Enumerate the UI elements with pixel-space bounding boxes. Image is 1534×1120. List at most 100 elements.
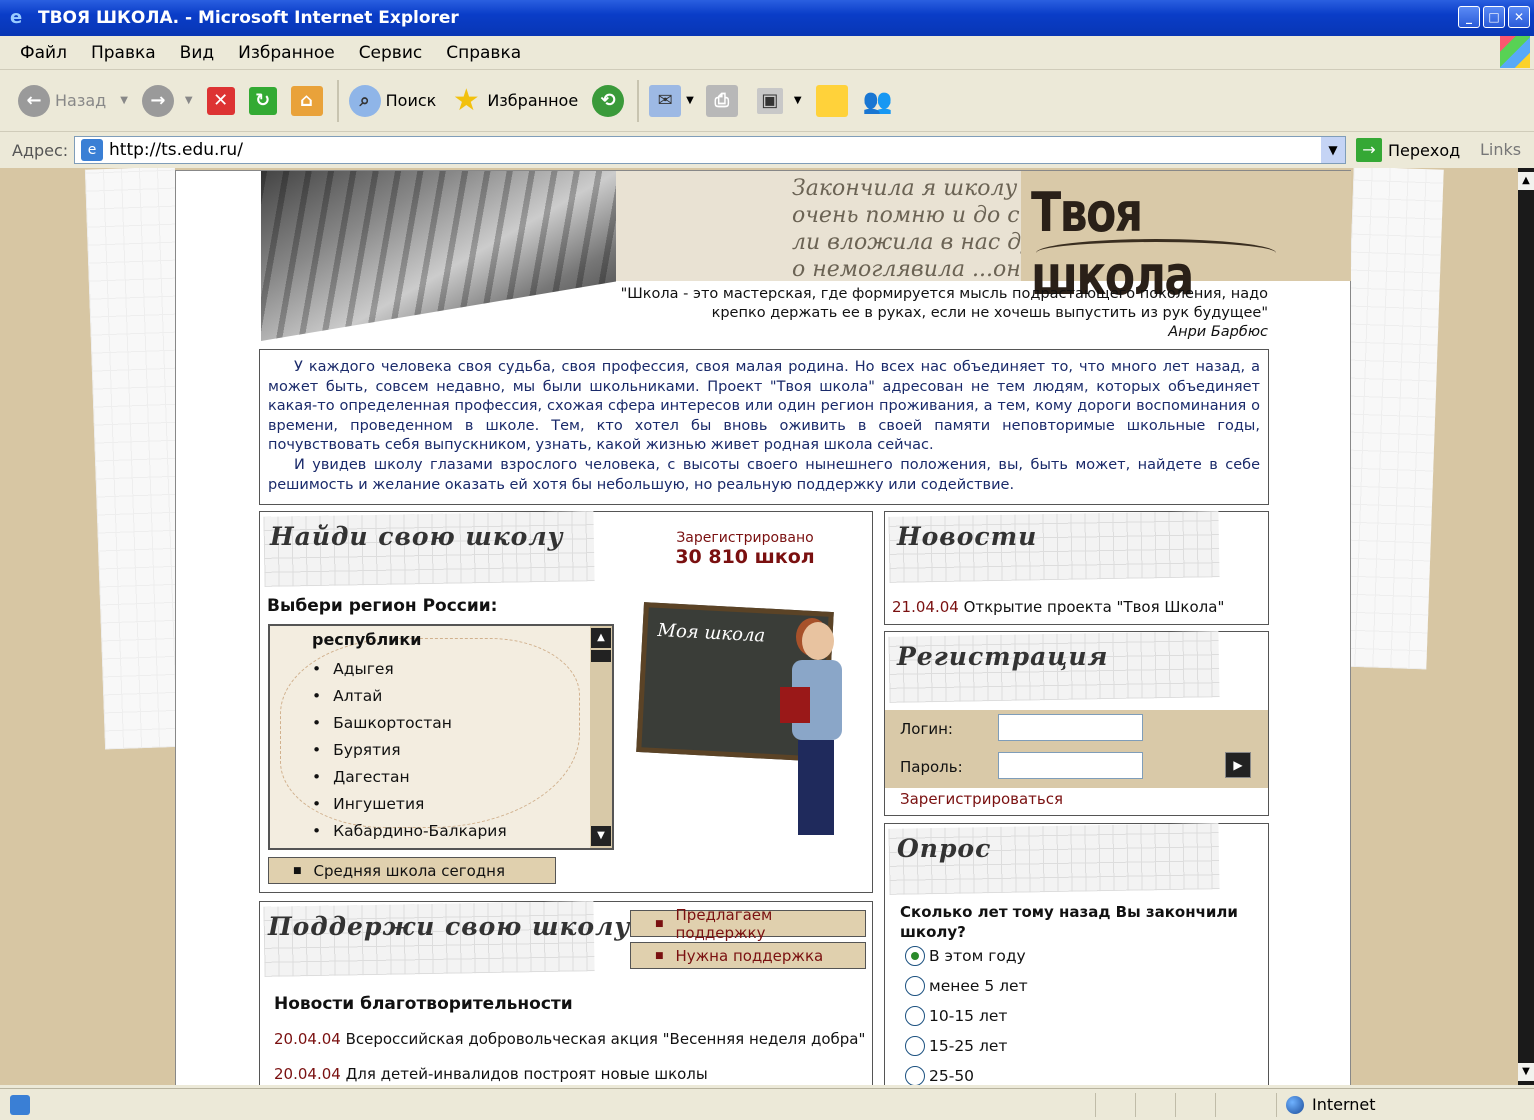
window-title: ТВОЯ ШКОЛА. - Microsoft Internet Explore…: [38, 8, 459, 28]
school-today-button[interactable]: Средняя школа сегодня: [268, 857, 556, 884]
region-group-header: республики: [312, 630, 422, 649]
back-label: Назад: [55, 91, 107, 110]
news-item[interactable]: 21.04.04 Открытие проекта "Твоя Школа": [892, 598, 1224, 616]
favorites-label: Избранное: [487, 91, 579, 110]
menu-tools[interactable]: Сервис: [359, 43, 423, 63]
links-button[interactable]: Links: [1480, 140, 1521, 159]
password-label: Пароль:: [900, 758, 963, 776]
class-photo: [261, 171, 616, 341]
scroll-up-icon[interactable]: ▲: [591, 628, 611, 648]
region-item[interactable]: Ингушетия: [312, 791, 507, 818]
news-panel: Новости 21.04.04 Открытие проекта "Твоя …: [884, 511, 1269, 625]
news-title: Новости: [897, 522, 1038, 551]
charity-news-item[interactable]: 20.04.04 Для детей-инвалидов построят но…: [274, 1065, 708, 1083]
discuss-icon[interactable]: [815, 84, 848, 117]
radio-icon: [905, 976, 925, 996]
search-button[interactable]: ⌕ Поиск: [348, 84, 436, 117]
page-viewport: Закончила я школу 15 лет на очень помню …: [0, 168, 1518, 1085]
region-item[interactable]: Кабардино-Балкария: [312, 818, 507, 845]
maximize-button[interactable]: □: [1483, 6, 1505, 28]
status-bar: Internet: [0, 1088, 1534, 1120]
login-submit-button[interactable]: ▶: [1225, 752, 1251, 778]
poll-option[interactable]: 10-15 лет: [905, 1006, 1007, 1026]
go-button[interactable]: → Переход: [1356, 138, 1460, 162]
intro-paragraph: У каждого человека своя судьба, своя про…: [268, 359, 1260, 454]
signup-link[interactable]: Зарегистрироваться: [900, 790, 1063, 808]
scroll-up-icon[interactable]: ▲: [1518, 172, 1534, 190]
page-icon: e: [81, 139, 103, 161]
paper-decoration-right: [1336, 168, 1444, 670]
region-item[interactable]: Дагестан: [312, 764, 507, 791]
ornament-icon: [1036, 239, 1276, 267]
offer-support-button[interactable]: Предлагаем поддержку: [630, 906, 866, 942]
poll-option[interactable]: В этом году: [905, 946, 1026, 966]
back-button[interactable]: ← Назад ▼: [18, 84, 128, 117]
news-text: Всероссийская добровольческая акция "Вес…: [345, 1030, 866, 1048]
menu-edit[interactable]: Правка: [91, 43, 156, 63]
region-item[interactable]: Башкортостан: [312, 710, 507, 737]
news-text: Для детей-инвалидов построят новые школы: [345, 1065, 708, 1083]
star-icon: ★: [452, 83, 480, 118]
address-bar: Адрес: e http://ts.edu.ru/ ▼ → Переход L…: [0, 133, 1534, 167]
region-scrollbar[interactable]: ▲ ▼: [590, 626, 612, 848]
scroll-down-icon[interactable]: ▼: [1518, 1063, 1534, 1081]
region-item[interactable]: Бурятия: [312, 737, 507, 764]
password-input[interactable]: [998, 752, 1143, 779]
edit-icon[interactable]: ▣: [756, 87, 783, 114]
charity-news-item[interactable]: 20.04.04 Всероссийская добровольческая а…: [274, 1030, 865, 1048]
go-arrow-icon: →: [1356, 138, 1382, 162]
registered-count: 30 810 школ: [675, 546, 815, 568]
print-icon[interactable]: ⎙: [705, 84, 738, 117]
region-list[interactable]: республики Адыгея Алтай Башкортостан Бур…: [268, 624, 614, 850]
address-label: Адрес:: [12, 140, 69, 160]
radio-icon: [905, 1006, 925, 1026]
menu-view[interactable]: Вид: [180, 43, 214, 63]
stop-icon[interactable]: ✕: [206, 86, 235, 115]
menu-file[interactable]: Файл: [20, 43, 67, 63]
favorites-button[interactable]: ★ Избранное: [450, 83, 579, 118]
poll-question: Сколько лет тому назад Вы закончили школ…: [900, 903, 1238, 941]
menu-help[interactable]: Справка: [446, 43, 521, 63]
scroll-down-icon[interactable]: ▼: [591, 826, 611, 846]
region-item[interactable]: Алтай: [312, 683, 507, 710]
address-dropdown-icon[interactable]: ▼: [1321, 137, 1345, 163]
radio-icon: [905, 1066, 925, 1085]
forward-button[interactable]: → ▼: [141, 84, 193, 117]
mail-icon[interactable]: ✉: [649, 84, 682, 117]
windows-logo-icon: [1500, 36, 1530, 68]
address-input[interactable]: e http://ts.edu.ru/ ▼: [74, 136, 1346, 164]
back-arrow-icon: ←: [18, 84, 50, 117]
poll-option[interactable]: 25-50: [905, 1066, 974, 1085]
epigraph-quote: "Школа - это мастерская, где формируется…: [616, 285, 1268, 342]
poll-option[interactable]: менее 5 лет: [905, 976, 1028, 996]
intro-text: У каждого человека своя судьба, своя про…: [259, 349, 1269, 505]
zone-label: Internet: [1312, 1095, 1376, 1114]
title-bar: e ТВОЯ ШКОЛА. - Microsoft Internet Explo…: [0, 0, 1534, 36]
refresh-icon[interactable]: ↻: [248, 86, 277, 115]
chalkboard-text: Моя школа: [657, 619, 766, 647]
close-button[interactable]: ✕: [1508, 6, 1530, 28]
history-icon[interactable]: ⟲: [592, 84, 625, 117]
radio-selected-icon: [905, 946, 925, 966]
home-icon[interactable]: ⌂: [290, 85, 323, 116]
region-item[interactable]: Адыгея: [312, 656, 507, 683]
registered-label: Зарегистрировано: [676, 530, 814, 546]
scroll-thumb[interactable]: [1520, 194, 1532, 774]
browser-window: e ТВОЯ ШКОЛА. - Microsoft Internet Explo…: [0, 0, 1534, 1120]
scroll-thumb[interactable]: [591, 650, 611, 662]
messenger-icon[interactable]: 👥: [862, 85, 894, 117]
charity-news-title: Новости благотворительности: [274, 994, 573, 1014]
login-input[interactable]: [998, 714, 1143, 741]
minimize-button[interactable]: _: [1458, 6, 1480, 28]
page-scrollbar[interactable]: ▲ ▼: [1518, 168, 1534, 1085]
registration-panel: Регистрация Логин: Пароль: ▶ Зарегистрир…: [884, 631, 1269, 816]
need-support-button[interactable]: Нужна поддержка: [630, 942, 866, 969]
news-date: 21.04.04: [892, 598, 959, 616]
quote-author: Анри Барбюс: [1168, 324, 1268, 340]
menu-favorites[interactable]: Избранное: [238, 43, 335, 63]
site-logo[interactable]: Твоя школа: [1021, 171, 1351, 307]
poll-option[interactable]: 15-25 лет: [905, 1036, 1007, 1056]
web-page: Закончила я школу 15 лет на очень помню …: [175, 170, 1351, 1085]
registered-counter: Зарегистрировано 30 810 школ: [660, 530, 830, 568]
find-school-title: Найди свою школу: [270, 522, 564, 551]
